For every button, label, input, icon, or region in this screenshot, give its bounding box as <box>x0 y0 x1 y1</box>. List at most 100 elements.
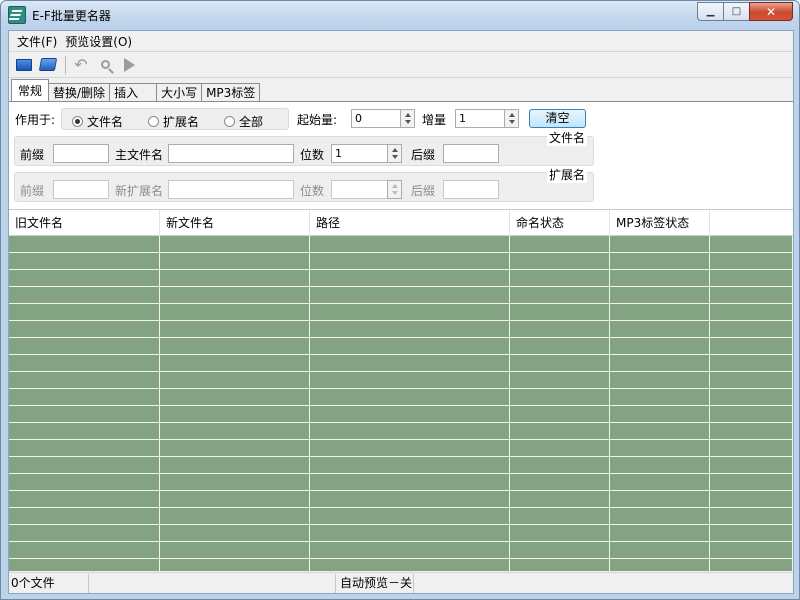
table-row[interactable] <box>9 440 793 457</box>
table-row[interactable] <box>9 474 793 491</box>
column-mp3-tag-status[interactable]: MP3标签状态 <box>610 210 710 236</box>
extension-digits-input[interactable] <box>331 180 388 199</box>
table-row[interactable] <box>9 372 793 389</box>
table-cell <box>510 372 610 388</box>
table-cell <box>310 440 510 456</box>
table-row[interactable] <box>9 457 793 474</box>
radio-extension[interactable]: 扩展名 <box>148 113 199 130</box>
table-cell <box>160 559 310 571</box>
table-cell <box>310 525 510 541</box>
table-cell <box>510 406 610 422</box>
table-cell <box>160 440 310 456</box>
tab-mp3-tags[interactable]: MP3标签 <box>201 83 261 101</box>
table-row[interactable] <box>9 236 793 253</box>
tab-replace-delete[interactable]: 替换/删除 <box>48 83 111 101</box>
client-area: 文件(F) 预览设置(O) ↶ 常规 替换/删除 插入 大小写 MP3标签 作用… <box>8 30 794 594</box>
undo-button[interactable]: ↶ <box>70 54 92 76</box>
start-value-input[interactable]: 0 <box>351 109 401 128</box>
table-row[interactable] <box>9 542 793 559</box>
table-row[interactable] <box>9 508 793 525</box>
column-new-filename[interactable]: 新文件名 <box>160 210 310 236</box>
title-bar[interactable]: E-F批量更名器 ▁ □ ✕ <box>1 1 799 30</box>
close-button[interactable]: ✕ <box>749 2 793 21</box>
table-cell <box>610 321 710 337</box>
column-rename-status[interactable]: 命名状态 <box>510 210 610 236</box>
radio-filename[interactable]: 文件名 <box>72 113 123 130</box>
table-cell <box>710 525 793 541</box>
table-row[interactable] <box>9 253 793 270</box>
save-button[interactable] <box>37 54 59 76</box>
main-filename-input[interactable] <box>168 144 294 163</box>
menu-file[interactable]: 文件(F) <box>13 33 61 50</box>
file-list-grid[interactable]: 旧文件名 新文件名 路径 命名状态 MP3标签状态 <box>9 209 793 571</box>
table-cell <box>510 389 610 405</box>
open-button[interactable] <box>13 54 35 76</box>
table-row[interactable] <box>9 525 793 542</box>
table-row[interactable] <box>9 491 793 508</box>
table-row[interactable] <box>9 559 793 571</box>
table-cell <box>310 423 510 439</box>
radio-all[interactable]: 全部 <box>224 113 263 130</box>
table-cell <box>160 321 310 337</box>
open-folder-icon <box>16 58 32 71</box>
filename-prefix-input[interactable] <box>53 144 109 163</box>
table-row[interactable] <box>9 304 793 321</box>
status-spacer <box>89 573 336 593</box>
table-cell <box>310 253 510 269</box>
table-row[interactable] <box>9 338 793 355</box>
table-cell <box>9 236 160 252</box>
table-cell <box>710 304 793 320</box>
increment-input[interactable]: 1 <box>455 109 505 128</box>
filename-digits-input[interactable]: 1 <box>331 144 388 163</box>
minimize-button[interactable]: ▁ <box>697 2 723 21</box>
table-cell <box>510 287 610 303</box>
table-cell <box>9 406 160 422</box>
table-row[interactable] <box>9 423 793 440</box>
apply-label: 作用于: <box>15 113 56 127</box>
table-cell <box>310 355 510 371</box>
table-cell <box>710 423 793 439</box>
extension-suffix-input[interactable] <box>443 180 499 199</box>
column-old-filename[interactable]: 旧文件名 <box>9 210 160 236</box>
table-cell <box>610 406 710 422</box>
menu-preview-settings[interactable]: 预览设置(O) <box>61 33 136 50</box>
table-cell <box>610 355 710 371</box>
start-label: 起始量: <box>297 113 338 127</box>
table-row[interactable] <box>9 406 793 423</box>
table-cell <box>510 525 610 541</box>
table-row[interactable] <box>9 355 793 372</box>
filename-suffix-input[interactable] <box>443 144 499 163</box>
table-row[interactable] <box>9 321 793 338</box>
filename-prefix-label: 前缀 <box>20 148 45 162</box>
table-cell <box>510 491 610 507</box>
preview-search-button[interactable] <box>94 54 116 76</box>
table-row[interactable] <box>9 389 793 406</box>
table-row[interactable] <box>9 270 793 287</box>
clear-button[interactable]: 清空 <box>529 109 586 128</box>
table-cell <box>9 423 160 439</box>
maximize-button[interactable]: □ <box>723 2 749 21</box>
column-path[interactable]: 路径 <box>310 210 510 236</box>
filename-suffix-label: 后缀 <box>411 148 436 162</box>
table-cell <box>310 304 510 320</box>
radio-dot-icon <box>224 116 235 127</box>
extension-prefix-input[interactable] <box>53 180 109 199</box>
tab-insert[interactable]: 插入 <box>109 83 158 101</box>
increment-spinner[interactable] <box>504 109 519 128</box>
table-cell <box>310 559 510 571</box>
table-cell <box>9 542 160 558</box>
new-extension-input[interactable] <box>168 180 294 199</box>
filename-digits-spinner[interactable] <box>387 144 402 163</box>
run-button[interactable] <box>118 54 140 76</box>
table-cell <box>610 542 710 558</box>
extension-digits-spinner[interactable] <box>387 180 402 199</box>
table-cell <box>9 457 160 473</box>
table-cell <box>310 491 510 507</box>
start-value-spinner[interactable] <box>400 109 415 128</box>
table-cell <box>9 508 160 524</box>
tab-case[interactable]: 大小写 <box>156 83 203 101</box>
table-cell <box>310 287 510 303</box>
table-row[interactable] <box>9 287 793 304</box>
table-cell <box>160 406 310 422</box>
tab-general[interactable]: 常规 <box>11 79 50 101</box>
